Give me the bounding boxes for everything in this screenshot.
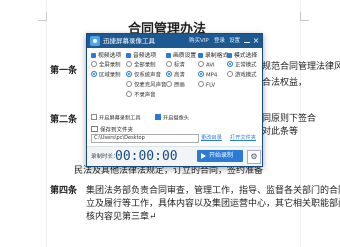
start-recording-button[interactable]: 开始录制 <box>197 150 243 162</box>
status-bar: 录制时长： 00:00:00 开始录制 ⚙ <box>87 146 262 166</box>
document-text: 对此条等 <box>262 127 299 137</box>
checkbox-icon <box>126 52 131 58</box>
section-header: 模式选择 <box>227 52 257 61</box>
quality-options: 画质设置 标清 高清 原画 <box>166 52 196 91</box>
checkbox-icon <box>198 52 203 58</box>
radio-quality-hd[interactable]: 高清 <box>166 71 196 81</box>
document-text: 集团法务部负责合同审查，管理工作，指导、监督各关部门的合同订 <box>86 186 340 196</box>
margin-corner-mark <box>38 12 47 21</box>
checkbox-camera[interactable]: 开启摄像头 <box>155 114 189 123</box>
folder-icon <box>91 126 98 132</box>
login-button[interactable]: 登录 <box>214 36 225 46</box>
radio-format-flv[interactable]: FLV <box>198 81 228 91</box>
gear-icon[interactable]: ⚙ <box>247 150 261 164</box>
section-header: 视频选项 <box>91 52 121 61</box>
article-heading: 第四条 <box>50 186 78 196</box>
radio-format-avi[interactable]: AVI <box>198 61 228 71</box>
section-header: 录制格式 <box>198 52 228 61</box>
minimize-icon[interactable] <box>243 36 251 46</box>
checkbox-icon <box>227 52 232 58</box>
format-options: 录制格式 AVI MP4 FLV <box>198 52 228 91</box>
radio-mode-game[interactable]: 游戏模式 <box>227 71 257 81</box>
document-text: 同原则下签合 <box>262 114 317 124</box>
radio-audio-system[interactable]: 仅系统声音 <box>126 71 166 81</box>
document-text: 规范合同管理法律风 <box>262 62 340 72</box>
audio-options: 音频选项 全部录制 仅系统声音 仅麦克风声音 不录声音 <box>126 52 166 101</box>
document-text: 立及履行等工作，具体内容以及集团运营中心，其它相关职能部门审 <box>86 199 340 209</box>
toggle-row: 开启屏幕录制工具 开启摄像头 <box>91 114 259 123</box>
settings-menu[interactable]: 设置 <box>229 36 240 46</box>
mode-options: 模式选择 正常模式 游戏模式 <box>227 52 257 81</box>
radio-audio-none[interactable]: 不录声音 <box>126 91 166 101</box>
checkbox-screen-tool[interactable]: 开启屏幕录制工具 <box>91 114 141 123</box>
checkbox-icon <box>91 52 96 58</box>
margin-corner-mark <box>300 12 309 21</box>
save-path-input[interactable]: C:\Users\pc\Desktop <box>91 134 199 143</box>
document-text: 核内容见第三章↵ <box>86 212 157 222</box>
open-folder-link[interactable]: 打开文件夹 <box>230 134 256 143</box>
vip-button[interactable]: 购买VIP <box>189 36 209 46</box>
radio-mode-normal[interactable]: 正常模式 <box>227 61 257 71</box>
checkbox-icon <box>166 52 171 58</box>
screen-recorder-dialog: 迅捷屏幕录像工具 购买VIP 登录 设置 × 视频选项 全屏录制 区域录制 音频… <box>86 33 263 167</box>
app-logo-icon <box>90 36 100 46</box>
change-folder-link[interactable]: 更改目录 <box>201 134 222 143</box>
document-text: 民法及其他法律法规定，订立的合同，签约准备 <box>74 166 264 176</box>
radio-audio-all[interactable]: 全部录制 <box>126 61 166 71</box>
section-header: 音频选项 <box>126 52 166 61</box>
margin-guide <box>46 0 47 247</box>
play-icon <box>201 153 206 159</box>
video-options: 视频选项 全屏录制 区域录制 <box>91 52 121 81</box>
dialog-titlebar[interactable]: 迅捷屏幕录像工具 购买VIP 登录 设置 × <box>87 34 262 48</box>
section-header: 画质设置 <box>166 52 196 61</box>
article-heading: 第二条 <box>50 115 78 125</box>
dialog-title: 迅捷屏幕录像工具 <box>103 37 155 45</box>
close-icon[interactable]: × <box>252 36 260 46</box>
article-heading: 第一条 <box>50 66 78 76</box>
duration-timer: 00:00:00 <box>115 149 178 164</box>
radio-quality-original[interactable]: 原画 <box>166 81 196 91</box>
radio-region[interactable]: 区域录制 <box>91 71 121 81</box>
radio-quality-sd[interactable]: 标清 <box>166 61 196 71</box>
radio-format-mp4[interactable]: MP4 <box>198 71 228 81</box>
document-text: 合法权益， <box>262 78 308 88</box>
radio-audio-mic[interactable]: 仅麦克风声音 <box>126 81 166 91</box>
radio-fullscreen[interactable]: 全屏录制 <box>91 61 121 71</box>
